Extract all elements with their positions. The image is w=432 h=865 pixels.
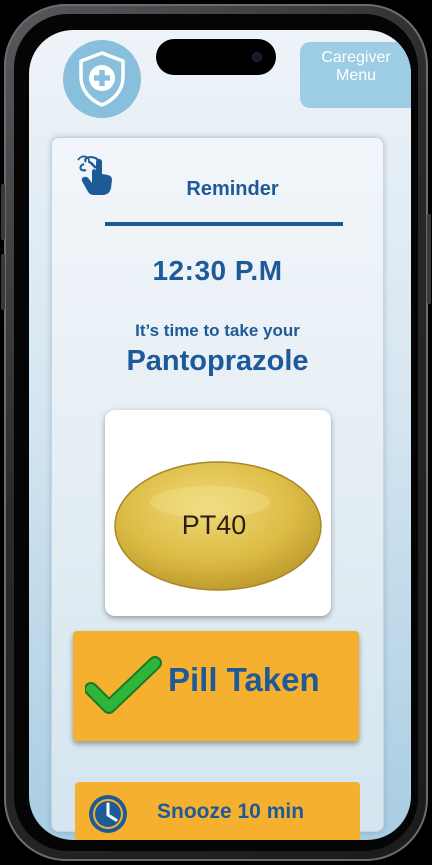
reminder-time: 12:30 P.M: [152, 255, 283, 286]
pill-taken-label: Pill Taken: [168, 661, 320, 698]
pill-taken-button[interactable]: Pill Taken: [73, 631, 359, 741]
title-divider: [105, 222, 343, 226]
phone-frame: Caregiver Menu Reminder 12:30 P.M It’s t…: [1, 4, 431, 861]
reminder-title: Reminder: [186, 178, 279, 200]
reminder-message: It’s time to take your: [135, 321, 300, 340]
app-screen: Caregiver Menu Reminder 12:30 P.M It’s t…: [29, 30, 411, 840]
snooze-button[interactable]: Snooze 10 min: [75, 782, 360, 840]
reminder-card: Reminder 12:30 P.M It’s time to take you…: [51, 137, 384, 840]
dynamic-island: [156, 39, 276, 75]
checkmark-icon: [85, 656, 162, 714]
caregiver-menu-label-line2: Menu: [335, 67, 377, 84]
pill-image: PT40: [114, 461, 322, 591]
clock-icon: [89, 795, 127, 833]
medication-name: Pantoprazole: [126, 345, 309, 377]
caregiver-menu-label-line1: Caregiver: [321, 49, 391, 66]
pill-imprint: PT40: [182, 510, 247, 540]
side-button-left-lower: [1, 254, 5, 310]
snooze-label: Snooze 10 min: [157, 800, 305, 823]
side-button-right: [427, 214, 431, 304]
caregiver-menu-button[interactable]: Caregiver Menu: [300, 42, 411, 108]
shield-plus-icon: [79, 51, 125, 107]
app-logo: [63, 40, 141, 118]
side-button-left: [1, 184, 5, 240]
camera-lens: [252, 52, 262, 62]
pill-image-card: PT40: [105, 410, 331, 616]
